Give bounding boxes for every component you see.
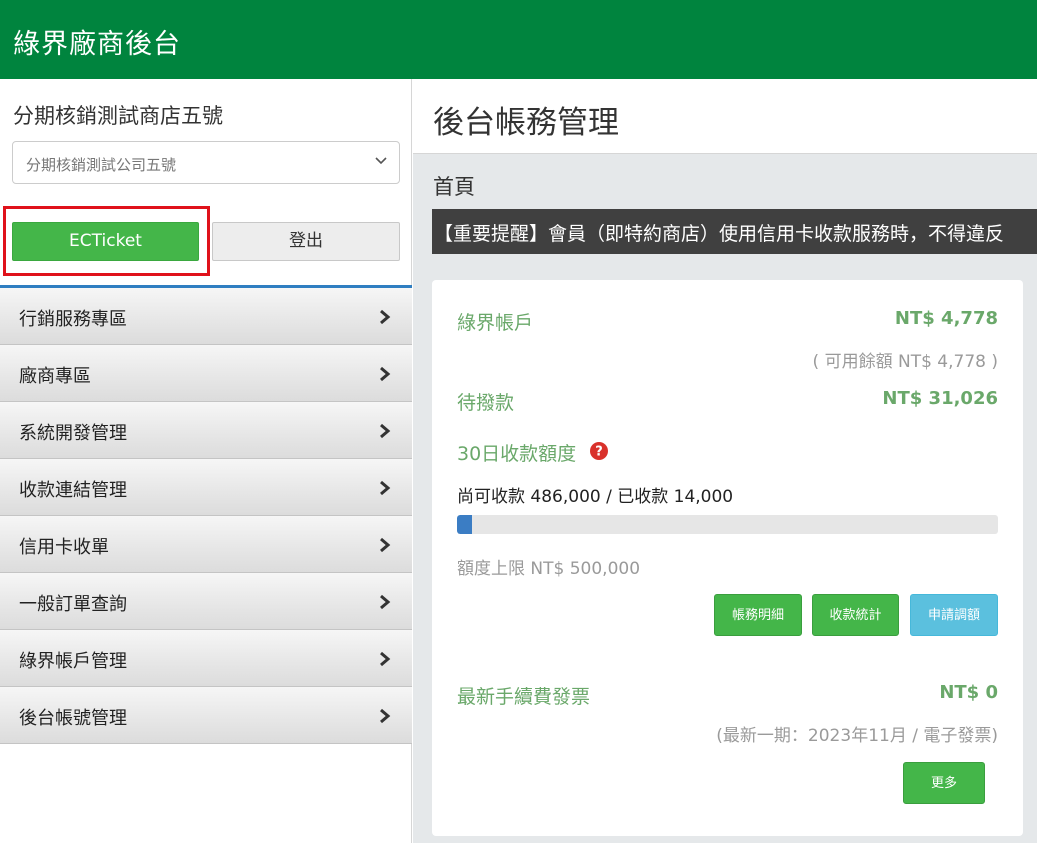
chevron-down-icon [375,157,387,165]
chevron-right-icon [380,480,391,496]
chevron-right-icon [380,594,391,610]
company-select[interactable]: 分期核銷測試公司五號 [12,141,400,184]
sidebar-item-label: 收款連結管理 [19,480,127,501]
invoice-label: 最新手續費發票 [457,686,591,708]
logout-button[interactable]: 登出 [212,222,400,261]
notice-text: 【重要提醒】會員（即特約商店）使用信用卡收款服務時，不得違反 [434,223,1005,245]
sidebar-item-admin-accounts[interactable]: 後台帳號管理 [0,687,412,744]
sidebar-item-vendor[interactable]: 廠商專區 [0,345,412,402]
more-button[interactable]: 更多 [903,762,985,804]
help-icon[interactable]: ? [590,442,608,460]
breadcrumb[interactable]: 首頁 [433,171,475,201]
invoice-amount: NT$ 0 [939,682,998,703]
account-details-button[interactable]: 帳務明細 [714,594,802,636]
chevron-right-icon [380,708,391,724]
sidebar-item-marketing[interactable]: 行銷服務專區 [0,288,412,345]
sidebar-item-orders[interactable]: 一般訂單查詢 [0,573,412,630]
pending-amount: NT$ 31,026 [882,388,998,409]
quota-limit: 額度上限 NT$ 500,000 [457,559,641,579]
sidebar-item-label: 綠界帳戶管理 [19,651,127,672]
company-select-value: 分期核銷測試公司五號 [26,156,177,174]
quota-progress-fill [457,515,473,534]
page-header: 後台帳務管理 [413,79,1037,154]
invoice-period: (最新一期：2023年11月 / 電子發票) [716,726,998,746]
sidebar-item-label: 信用卡收單 [19,537,109,558]
app-title: 綠界廠商後台 [13,29,181,60]
available-balance: ( 可用餘額 NT$ 4,778 ) [812,352,998,372]
main-content: 後台帳務管理 首頁 【重要提醒】會員（即特約商店）使用信用卡收款服務時，不得違反… [413,79,1037,843]
important-notice[interactable]: 【重要提醒】會員（即特約商店）使用信用卡收款服務時，不得違反 [432,209,1037,254]
sidebar-item-label: 後台帳號管理 [19,708,127,729]
svg-text:?: ? [595,445,603,460]
quota-status: 尚可收款 486,000 / 已收款 14,000 [457,487,734,507]
sidebar-item-account[interactable]: 綠界帳戶管理 [0,630,412,687]
payment-stats-button[interactable]: 收款統計 [812,594,899,636]
chevron-right-icon [380,537,391,553]
sidebar-item-label: 一般訂單查詢 [19,594,127,615]
account-amount: NT$ 4,778 [894,308,998,329]
adjust-quota-button[interactable]: 申請調額 [910,594,998,636]
chevron-right-icon [380,423,391,439]
sidebar-item-payment-link[interactable]: 收款連結管理 [0,459,412,516]
sidebar: 分期核銷測試商店五號 分期核銷測試公司五號 ECTicket 登出 行銷服務專區… [0,79,412,843]
pending-label: 待撥款 [457,392,515,414]
top-bar: 綠界廠商後台 [0,0,1037,79]
sidebar-item-label: 廠商專區 [19,366,91,387]
chevron-right-icon [380,651,391,667]
chevron-right-icon [380,366,391,382]
sidebar-item-label: 行銷服務專區 [19,309,127,330]
ecticket-button[interactable]: ECTicket [12,222,199,261]
account-label: 綠界帳戶 [457,312,534,334]
page-title: 後台帳務管理 [433,105,619,141]
quota-progress-bar [457,515,998,534]
sidebar-item-dev[interactable]: 系統開發管理 [0,402,412,459]
sidebar-item-label: 系統開發管理 [19,423,127,444]
quota-label: 30日收款額度 [457,443,577,465]
chevron-right-icon [380,309,391,325]
account-summary-card: 綠界帳戶 NT$ 4,778 ( 可用餘額 NT$ 4,778 ) 待撥款 NT… [432,280,1023,836]
sidebar-menu: 行銷服務專區 廠商專區 系統開發管理 收款連結管理 信用卡收單 一般訂單查詢 綠… [0,288,412,744]
sidebar-item-credit-card[interactable]: 信用卡收單 [0,516,412,573]
store-name: 分期核銷測試商店五號 [13,104,223,128]
